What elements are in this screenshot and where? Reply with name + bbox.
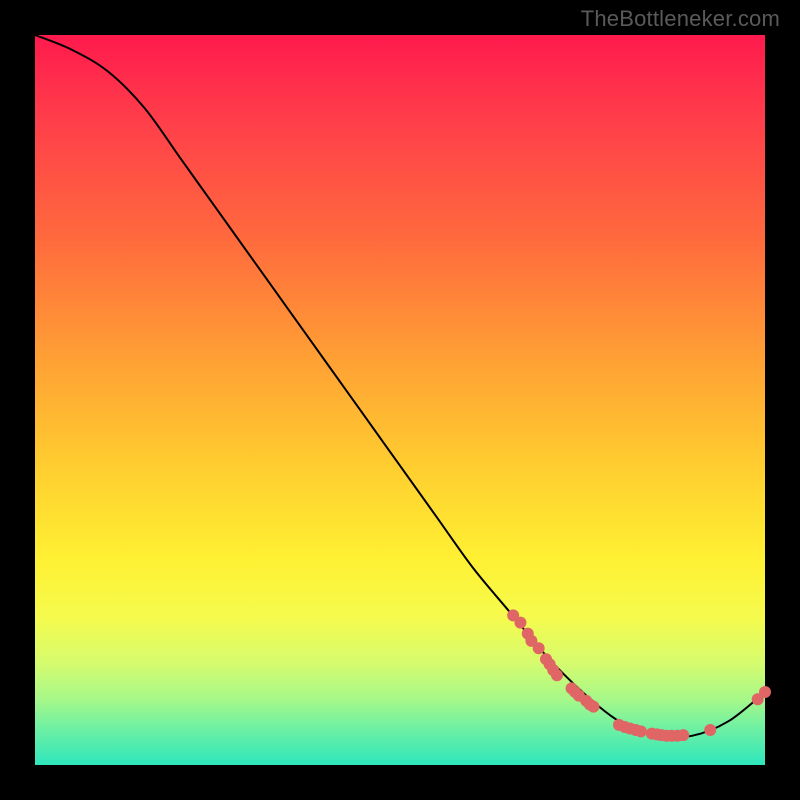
plot-area: [35, 35, 765, 765]
data-marker: [514, 617, 526, 629]
marker-group: [507, 609, 771, 741]
chart-stage: TheBottleneker.com: [0, 0, 800, 800]
data-marker: [533, 642, 545, 654]
data-marker: [587, 701, 599, 713]
curve-layer: [35, 35, 765, 765]
data-marker: [759, 686, 771, 698]
data-marker: [635, 725, 647, 737]
bottleneck-curve-line: [35, 35, 765, 738]
watermark-text: TheBottleneker.com: [581, 6, 780, 32]
data-marker: [677, 729, 689, 741]
data-marker: [551, 669, 563, 681]
data-marker: [704, 724, 716, 736]
